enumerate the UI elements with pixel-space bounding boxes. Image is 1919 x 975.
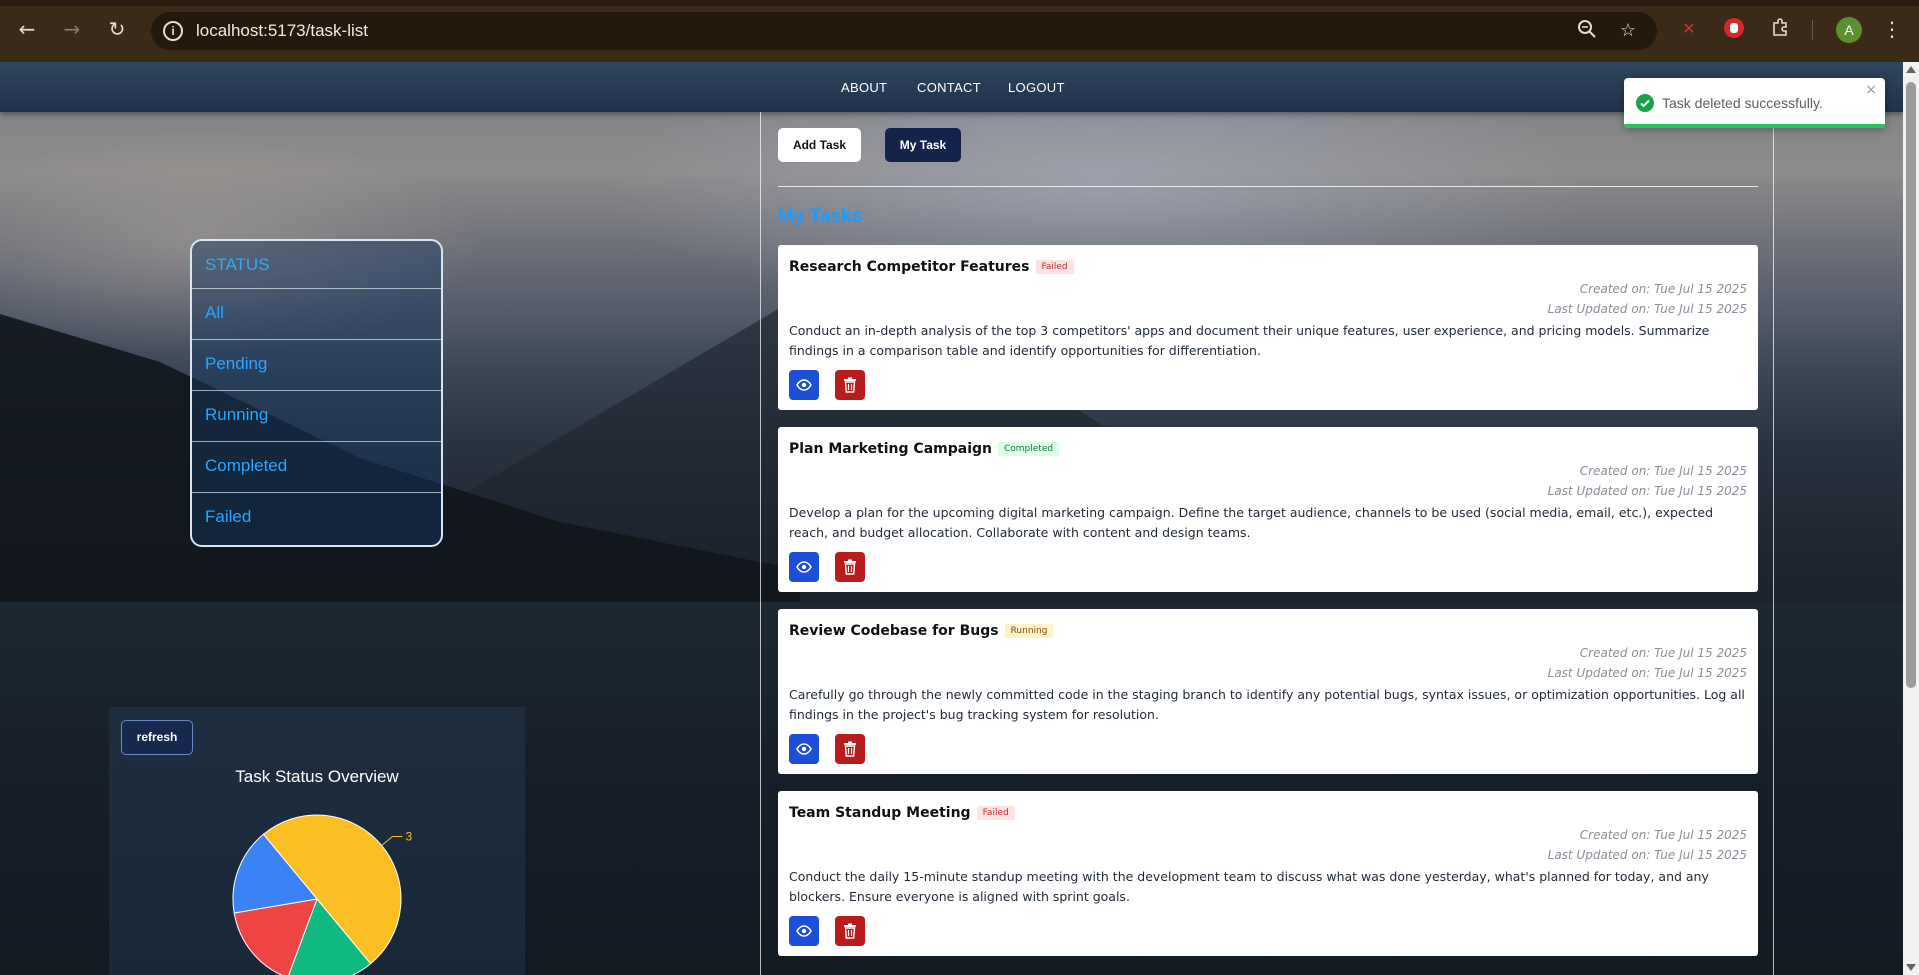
task-description: Carefully go through the newly committed… [789, 687, 1745, 722]
extension-hand-icon[interactable] [1722, 17, 1746, 41]
nav-contact-link[interactable]: CONTACT [917, 80, 981, 95]
view-task-button[interactable] [789, 916, 819, 946]
pie-label-line [381, 836, 403, 846]
status-filter-completed[interactable]: Completed [192, 442, 441, 493]
view-task-button[interactable] [789, 734, 819, 764]
delete-task-button[interactable] [835, 734, 865, 764]
toast-progress-bar [1624, 124, 1885, 128]
page-background: ABOUT CONTACT LOGOUT STATUS All Pending … [0, 62, 1903, 975]
task-card: Review Codebase for Bugs Running Created … [778, 609, 1758, 774]
status-badge: Failed [976, 806, 1015, 820]
url-text[interactable]: localhost:5173/task-list [196, 21, 368, 41]
task-title: Team Standup Meeting Failed [789, 805, 1015, 821]
task-updated-date: Last Updated on: Tue Jul 15 2025 [1547, 302, 1747, 316]
task-title-text: Review Codebase for Bugs [789, 623, 999, 639]
toolbar-divider [1812, 20, 1813, 40]
add-task-button[interactable]: Add Task [778, 128, 861, 162]
success-check-icon [1636, 94, 1654, 112]
status-filter-header: STATUS [192, 241, 441, 289]
section-divider [778, 186, 1758, 187]
extension-icon[interactable] [1768, 17, 1792, 41]
extension-block-icon[interactable]: ✕ [1677, 17, 1701, 41]
toast-close-icon[interactable]: × [1865, 82, 1877, 98]
task-created-date: Created on: Tue Jul 15 2025 [1579, 828, 1747, 842]
back-arrow-icon[interactable]: ← [12, 14, 42, 44]
view-task-button[interactable] [789, 370, 819, 400]
chart-title: Task Status Overview [235, 767, 399, 786]
status-filter-pending[interactable]: Pending [192, 340, 441, 391]
status-filter-list: STATUS All Pending Running Completed Fai… [190, 239, 443, 547]
top-navbar: ABOUT CONTACT LOGOUT [0, 62, 1903, 112]
nav-logout-link[interactable]: LOGOUT [1008, 80, 1065, 95]
kebab-menu-icon[interactable]: ⋮ [1880, 17, 1904, 41]
task-title: Research Competitor Features Failed [789, 259, 1074, 275]
task-description: Conduct an in-depth analysis of the top … [789, 323, 1710, 358]
toast-notification: Task deleted successfully. × [1624, 78, 1885, 128]
task-card: Plan Marketing Campaign Completed Created… [778, 427, 1758, 592]
zoom-icon[interactable] [1575, 19, 1599, 43]
status-badge: Failed [1035, 260, 1074, 274]
status-filter-all[interactable]: All [192, 289, 441, 340]
pie-value-label: 3 [406, 830, 413, 844]
eye-icon [796, 561, 812, 573]
pie-chart: 31 [232, 814, 413, 975]
address-bar[interactable]: i localhost:5173/task-list ☆ [151, 12, 1657, 50]
task-updated-date: Last Updated on: Tue Jul 15 2025 [1547, 848, 1747, 862]
scrollbar-thumb[interactable] [1906, 82, 1916, 688]
task-updated-date: Last Updated on: Tue Jul 15 2025 [1547, 484, 1747, 498]
delete-task-button[interactable] [835, 370, 865, 400]
task-created-date: Created on: Tue Jul 15 2025 [1579, 646, 1747, 660]
bookmark-star-icon[interactable]: ☆ [1616, 19, 1640, 43]
eye-icon [796, 379, 812, 391]
delete-task-button[interactable] [835, 916, 865, 946]
scroll-down-arrow-icon[interactable] [1906, 964, 1916, 971]
task-list-panel: Add Task My Task My Tasks Research Compe… [760, 112, 1774, 975]
trash-icon [844, 377, 856, 393]
task-title-text: Research Competitor Features [789, 259, 1030, 275]
task-description: Conduct the daily 15-minute standup meet… [789, 869, 1709, 904]
view-task-button[interactable] [789, 552, 819, 582]
browser-toolbar: ← → ↻ i localhost:5173/task-list ☆ ✕ A ⋮ [0, 0, 1919, 62]
trash-icon [844, 923, 856, 939]
task-title-text: Plan Marketing Campaign [789, 441, 992, 457]
page-scrollbar[interactable] [1903, 62, 1919, 975]
scroll-up-arrow-icon[interactable] [1906, 66, 1916, 73]
task-updated-date: Last Updated on: Tue Jul 15 2025 [1547, 666, 1747, 680]
status-badge: Running [1004, 624, 1054, 638]
nav-about-link[interactable]: ABOUT [841, 80, 887, 95]
status-badge: Completed [997, 442, 1060, 456]
status-filter-failed[interactable]: Failed [192, 493, 441, 544]
forward-arrow-icon[interactable]: → [57, 14, 87, 44]
task-created-date: Created on: Tue Jul 15 2025 [1579, 464, 1747, 478]
reload-icon[interactable]: ↻ [102, 14, 132, 44]
chart-panel: refresh Task Status Overview 31 [109, 707, 525, 975]
task-card: Research Competitor Features Failed Creat… [778, 245, 1758, 410]
task-title: Plan Marketing Campaign Completed [789, 441, 1060, 457]
status-filter-running[interactable]: Running [192, 391, 441, 442]
refresh-button[interactable]: refresh [121, 720, 193, 755]
trash-icon [844, 559, 856, 575]
section-title: My Tasks [778, 206, 863, 227]
site-info-icon[interactable]: i [163, 21, 183, 41]
tab-strip [0, 0, 1919, 6]
task-card: Team Standup Meeting Failed Created on: T… [778, 791, 1758, 956]
toast-message: Task deleted successfully. [1662, 95, 1823, 111]
delete-task-button[interactable] [835, 552, 865, 582]
task-title-text: Team Standup Meeting [789, 805, 971, 821]
task-created-date: Created on: Tue Jul 15 2025 [1579, 282, 1747, 296]
trash-icon [844, 741, 856, 757]
eye-icon [796, 925, 812, 937]
task-title: Review Codebase for Bugs Running [789, 623, 1054, 639]
eye-icon [796, 743, 812, 755]
my-task-button[interactable]: My Task [885, 128, 961, 162]
profile-avatar[interactable]: A [1836, 17, 1862, 43]
task-description: Develop a plan for the upcoming digital … [789, 505, 1713, 540]
